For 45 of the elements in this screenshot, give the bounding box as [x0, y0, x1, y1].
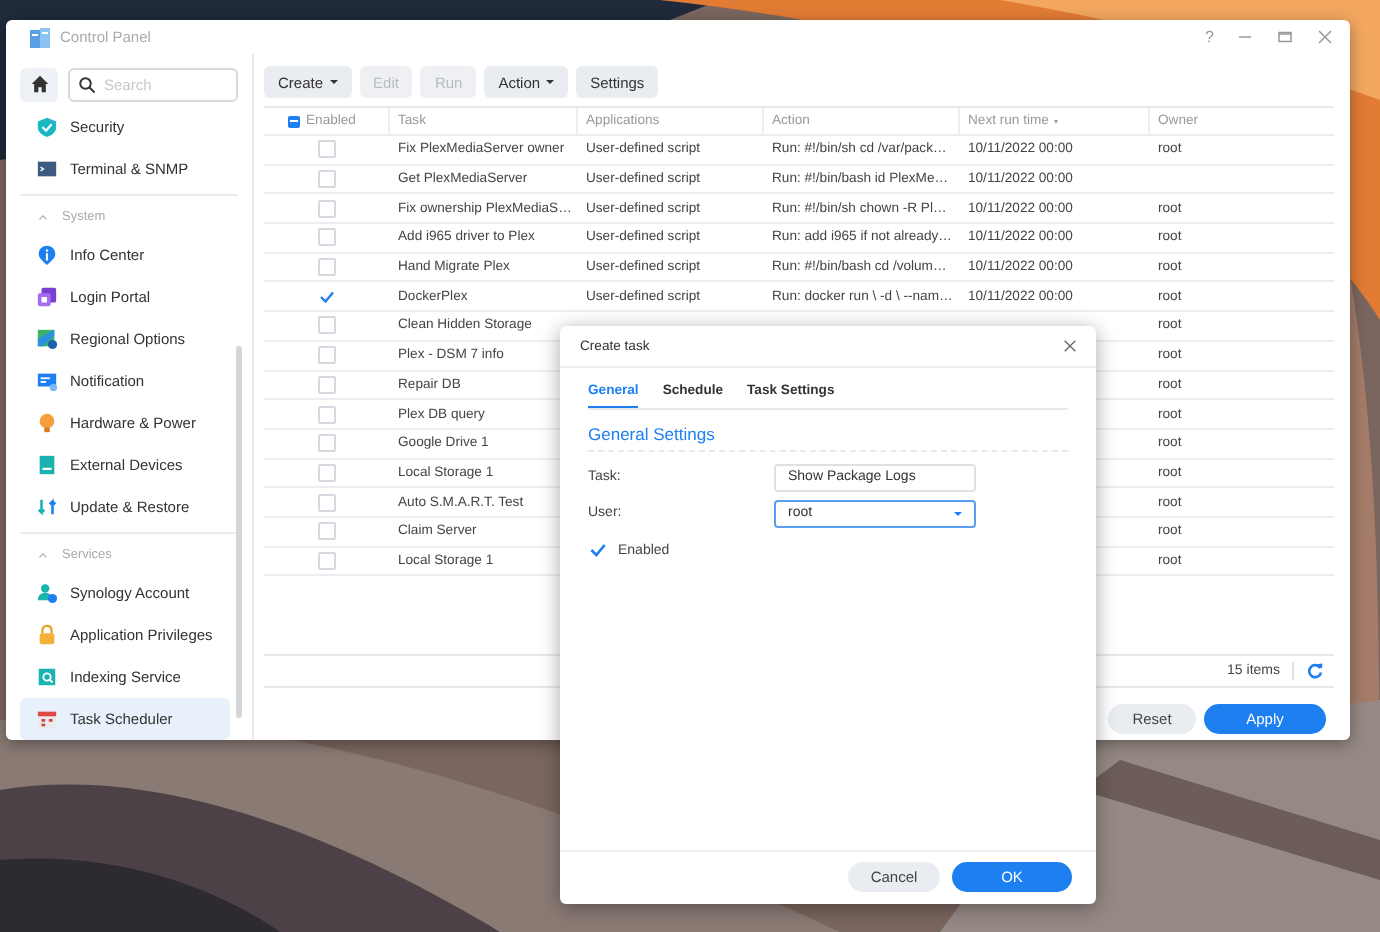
account-icon — [36, 582, 58, 604]
info-icon — [36, 244, 58, 266]
checkbox[interactable] — [318, 434, 336, 453]
checkbox[interactable] — [318, 405, 336, 424]
checkbox[interactable] — [318, 375, 336, 394]
home-button[interactable] — [20, 67, 58, 101]
checkbox[interactable] — [318, 463, 336, 482]
checkbox[interactable] — [318, 140, 336, 159]
check-icon — [588, 540, 608, 560]
refresh-arrows-icon — [36, 496, 58, 518]
search-icon — [78, 75, 96, 93]
bulb-icon — [36, 412, 58, 434]
shield-icon — [36, 116, 58, 138]
calendar-icon — [36, 708, 58, 730]
close-button[interactable] — [1062, 338, 1078, 354]
home-icon — [29, 74, 49, 94]
checkbox[interactable] — [318, 551, 336, 570]
checkbox[interactable] — [588, 540, 608, 560]
terminal-icon — [36, 158, 58, 180]
checkbox[interactable] — [318, 346, 336, 365]
close-icon — [1316, 28, 1334, 46]
device-icon — [36, 454, 58, 476]
checkbox[interactable] — [318, 170, 336, 189]
section-title: General Settings — [588, 410, 1068, 452]
checkbox[interactable] — [288, 115, 300, 127]
checkbox[interactable] — [318, 287, 336, 306]
checkbox[interactable] — [318, 258, 336, 277]
checkbox[interactable] — [318, 199, 336, 218]
lock-icon — [36, 624, 58, 646]
indexing-icon — [36, 666, 58, 688]
checkbox[interactable] — [318, 493, 336, 512]
control-panel-icon — [28, 25, 52, 49]
caret-icon — [954, 511, 962, 515]
map-icon — [36, 328, 58, 350]
close-icon — [1062, 338, 1078, 354]
checkbox[interactable] — [318, 228, 336, 247]
scrollbar[interactable] — [236, 346, 242, 718]
checkbox[interactable] — [318, 316, 336, 335]
check-icon — [318, 287, 336, 306]
maximize-icon — [1276, 28, 1294, 46]
refresh-button[interactable] — [1306, 662, 1324, 680]
portal-icon — [36, 286, 58, 308]
checkbox[interactable] — [318, 522, 336, 541]
refresh-icon — [1306, 662, 1324, 680]
notification-icon — [36, 370, 58, 392]
